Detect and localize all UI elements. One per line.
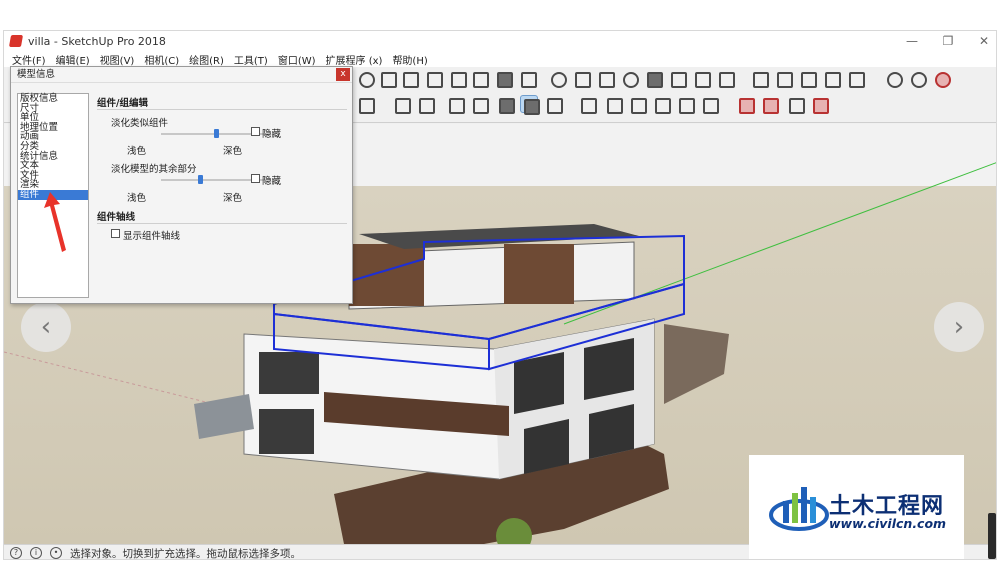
minimize-button[interactable]: — <box>906 34 918 48</box>
pan-tool-icon[interactable] <box>378 69 397 88</box>
flip-edge-icon[interactable] <box>692 69 711 88</box>
toggle-terrain-icon[interactable] <box>810 95 829 114</box>
menu-edit[interactable]: 编辑(E) <box>56 52 90 67</box>
shaded-icon[interactable] <box>446 95 465 114</box>
top-view-icon[interactable] <box>604 95 623 114</box>
front-view-icon[interactable] <box>628 95 647 114</box>
scrollbar[interactable] <box>988 513 996 559</box>
smoove-tool-icon[interactable] <box>596 69 615 88</box>
grid-dots-icon[interactable] <box>774 69 793 88</box>
hide-rest-label: 隐藏 <box>262 176 282 187</box>
hide-similar-label: 隐藏 <box>262 129 282 140</box>
section-axes-heading: 组件轴线 <box>97 212 136 223</box>
menu-help[interactable]: 帮助(H) <box>392 52 427 67</box>
left-view-icon[interactable] <box>700 95 719 114</box>
watermark: 土木工程网 www.civilcn.com <box>749 455 964 559</box>
fade-rest-label: 淡化模型的其余部分 <box>111 164 197 175</box>
warehouse-icon[interactable] <box>716 69 735 88</box>
hidden-line-icon[interactable] <box>416 95 435 114</box>
wireframe-icon[interactable] <box>392 95 411 114</box>
add-detail-icon[interactable] <box>668 69 687 88</box>
layout-icon[interactable] <box>884 69 903 88</box>
next-slide-button[interactable]: › <box>934 302 984 352</box>
info-icon[interactable]: i <box>30 547 42 559</box>
iso-view-icon[interactable] <box>578 95 597 114</box>
union-tool-icon[interactable] <box>470 69 489 88</box>
photo-match-icon[interactable] <box>736 95 755 114</box>
components-settings-pane: 组件/组编辑 淡化类似组件 隐藏 浅色 深色 淡化模型的其余部分 隐藏 浅色 深… <box>97 93 349 298</box>
window-controls: — ❐ ✕ <box>906 31 990 51</box>
sandbox-scratch-icon[interactable] <box>572 69 591 88</box>
monochrome-icon[interactable] <box>496 95 515 114</box>
back-view-icon[interactable] <box>676 95 695 114</box>
menu-bar: 文件(F) 编辑(E) 视图(V) 相机(C) 绘图(R) 工具(T) 窗口(W… <box>4 51 996 67</box>
style-builder-icon[interactable] <box>908 69 927 88</box>
stamp-tool-icon[interactable] <box>620 69 639 88</box>
subtract-tool-icon[interactable] <box>494 69 513 88</box>
sketchup-logo-icon <box>8 35 24 47</box>
status-text: 选择对象。切换到扩充选择。拖动鼠标选择多项。 <box>70 547 301 560</box>
geolocation-icon[interactable]: ? <box>10 547 22 559</box>
xray-icon[interactable] <box>356 95 375 114</box>
show-axes-label: 显示组件轴线 <box>123 231 181 242</box>
section-edit-heading: 组件/组编辑 <box>97 98 148 109</box>
light-label: 浅色 <box>127 193 147 204</box>
divider <box>97 109 347 110</box>
model-info-dialog: 模型信息 x 版权信息 尺寸 单位 地理位置 动画 分类 统计信息 文本 文件 … <box>10 66 353 304</box>
sandbox-contours-icon[interactable] <box>548 69 567 88</box>
dark-label: 深色 <box>223 146 243 157</box>
divider <box>97 223 347 224</box>
maximize-button[interactable]: ❐ <box>942 34 954 48</box>
hide-similar-checkbox[interactable] <box>251 127 260 136</box>
right-view-icon[interactable] <box>652 95 671 114</box>
trim-tool-icon[interactable] <box>518 69 537 88</box>
pencil-tool-icon[interactable] <box>424 69 443 88</box>
component-icon[interactable] <box>798 69 817 88</box>
orbit-tool-icon[interactable] <box>356 69 375 88</box>
dialog-title-bar: 模型信息 x <box>11 67 352 83</box>
user-icon[interactable]: • <box>50 547 62 559</box>
dialog-title: 模型信息 <box>17 69 56 80</box>
add-location-icon[interactable] <box>786 95 805 114</box>
annotation-arrow-icon <box>44 192 66 252</box>
close-button[interactable]: ✕ <box>978 34 990 48</box>
menu-window[interactable]: 窗口(W) <box>278 52 316 67</box>
back-edges-icon[interactable] <box>520 95 540 115</box>
title-bar: villa - SketchUp Pro 2018 — ❐ ✕ <box>4 31 996 51</box>
drape-tool-icon[interactable] <box>644 69 663 88</box>
xray-mode-icon[interactable] <box>544 95 563 114</box>
menu-file[interactable]: 文件(F) <box>12 52 46 67</box>
dark-label: 深色 <box>223 193 243 204</box>
prev-slide-button[interactable]: ‹ <box>21 302 71 352</box>
hide-rest-checkbox[interactable] <box>251 174 260 183</box>
menu-view[interactable]: 视图(V) <box>100 52 135 67</box>
match-photo-edit-icon[interactable] <box>760 95 779 114</box>
window-title: villa - SketchUp Pro 2018 <box>28 34 166 48</box>
trash-icon[interactable] <box>846 69 865 88</box>
menu-camera[interactable]: 相机(C) <box>144 52 179 67</box>
menu-tools[interactable]: 工具(T) <box>234 52 268 67</box>
civilcn-logo-icon <box>769 487 829 531</box>
watermark-url: www.civilcn.com <box>829 516 947 531</box>
fade-rest-slider-thumb[interactable] <box>197 175 203 184</box>
light-label: 浅色 <box>127 146 147 157</box>
menu-draw[interactable]: 绘图(R) <box>189 52 224 67</box>
slideshow-frame: villa - SketchUp Pro 2018 — ❐ ✕ 文件(F) 编辑… <box>0 0 1000 566</box>
menu-extensions[interactable]: 扩展程序 (x) <box>326 52 383 67</box>
extension-warehouse-icon[interactable] <box>932 69 951 88</box>
fade-similar-label: 淡化类似组件 <box>111 118 169 129</box>
section-plane-icon[interactable] <box>750 69 769 88</box>
shaded-textures-icon[interactable] <box>470 95 489 114</box>
box-tool-icon[interactable] <box>400 69 419 88</box>
measure-icon[interactable] <box>822 69 841 88</box>
show-axes-checkbox[interactable] <box>111 229 120 238</box>
intersect-tool-icon[interactable] <box>448 69 467 88</box>
dialog-close-button[interactable]: x <box>336 68 350 81</box>
fade-similar-slider-thumb[interactable] <box>214 129 219 138</box>
